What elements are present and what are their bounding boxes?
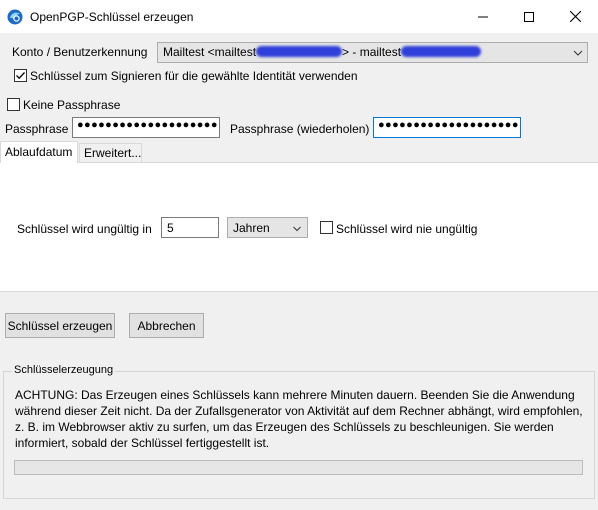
maximize-icon [524, 11, 534, 22]
minimize-icon [478, 16, 488, 17]
generate-key-button[interactable]: Schlüssel erzeugen [5, 313, 115, 338]
passphrase-label: Passphrase [5, 122, 69, 136]
checkmark-icon [16, 72, 25, 80]
redacted-email [256, 46, 343, 58]
thunderbird-icon [7, 9, 23, 25]
expiry-unit-value: Jahren [233, 221, 270, 235]
account-value-prefix: Mailtest <mailtest [163, 45, 257, 59]
sign-identity-checkbox[interactable] [14, 69, 27, 82]
key-generation-notice: ACHTUNG: Das Erzeugen eines Schlüssels k… [15, 388, 583, 450]
passphrase-repeat-input[interactable]: ●●●●●●●●●●●●●●●●●●●● [373, 117, 521, 138]
redacted-email [401, 46, 482, 58]
chevron-down-icon [572, 47, 584, 59]
passphrase-input[interactable]: ●●●●●●●●●●●●●●●●●●●● [72, 117, 220, 138]
expires-in-label: Schlüssel wird ungültig in [17, 222, 152, 236]
account-label: Konto / Benutzerkennung [12, 45, 148, 59]
chevron-down-icon [292, 223, 302, 233]
minimize-button[interactable] [460, 0, 506, 33]
close-button[interactable] [552, 0, 598, 33]
window-title: OpenPGP-Schlüssel erzeugen [30, 10, 194, 24]
key-generation-progress-bar [14, 460, 583, 475]
never-expires-checkbox[interactable] [320, 221, 333, 234]
cancel-button[interactable]: Abbrechen [129, 313, 204, 338]
tab-advanced[interactable]: Erweitert... [79, 143, 142, 162]
no-passphrase-label: Keine Passphrase [23, 98, 121, 112]
never-expires-label: Schlüssel wird nie ungültig [336, 222, 478, 236]
no-passphrase-checkbox[interactable] [7, 98, 20, 111]
key-generation-legend: Schlüsselerzeugung [12, 364, 116, 376]
tab-expiry[interactable]: Ablaufdatum [0, 141, 78, 163]
account-value-mid: > - mailtest [342, 45, 402, 59]
maximize-button[interactable] [506, 0, 552, 33]
passphrase-repeat-label: Passphrase (wiederholen) [230, 122, 370, 136]
sign-identity-label: Schlüssel zum Signieren für die gewählte… [30, 69, 358, 83]
close-icon [569, 11, 581, 22]
expiry-amount-input[interactable]: 5 [161, 217, 219, 238]
account-select[interactable]: Mailtest <mailtest > - mailtest [157, 42, 588, 63]
